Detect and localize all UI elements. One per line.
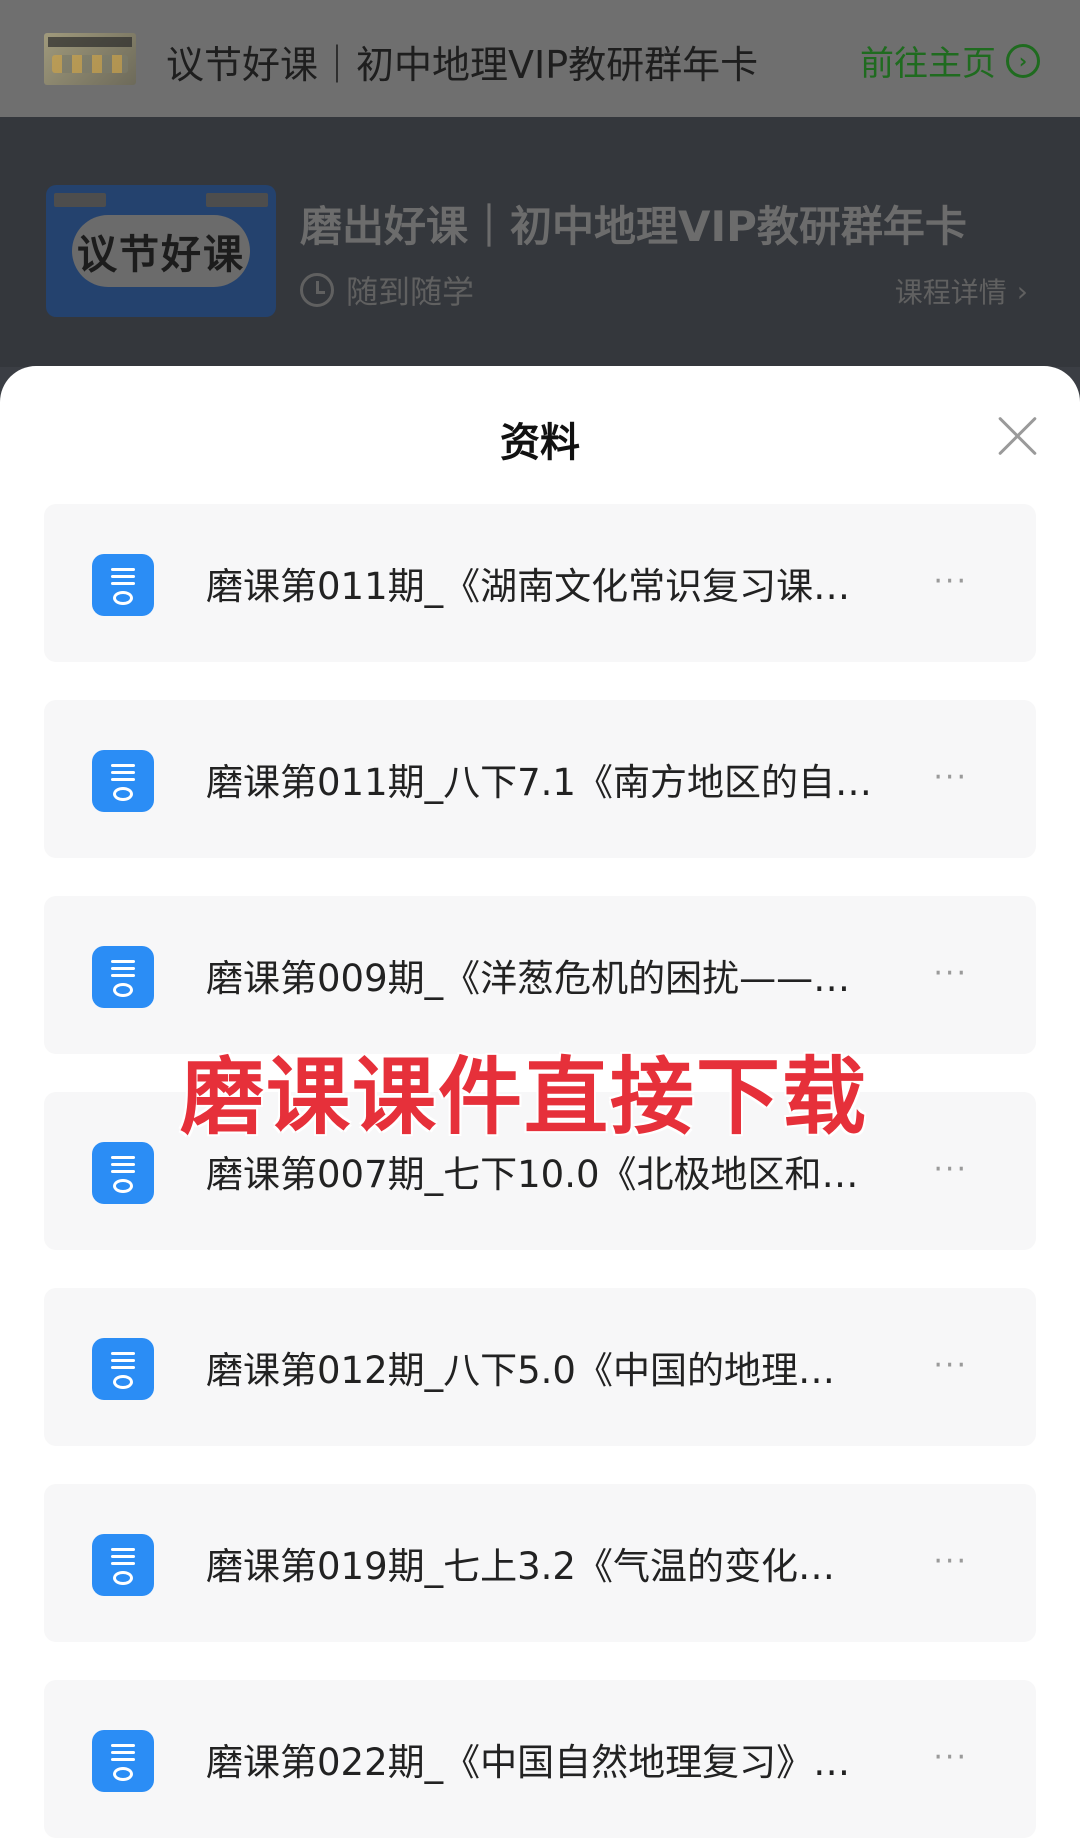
thumbnail-strip [48,37,132,47]
more-options-icon[interactable]: ··· [933,760,968,795]
material-title: 磨课第012期_八下5.0《中国的地理… [206,1349,835,1392]
document-icon [92,1534,154,1596]
more-options-icon[interactable]: ··· [933,1152,968,1187]
course-detail-label: 课程详情 [894,276,1007,309]
more-options-icon[interactable]: ··· [933,1544,968,1579]
top-header: 议节好课｜初中地理VIP教研群年卡 前往主页 › [0,0,1080,117]
header-title: 议节好课｜初中地理VIP教研群年卡 [166,43,759,87]
document-icon [92,750,154,812]
more-options-icon[interactable]: ··· [933,1740,968,1775]
material-title: 磨课第022期_《中国自然地理复习》… [206,1741,851,1784]
clock-icon [300,273,334,307]
course-meta-label: 随到随学 [346,273,475,311]
document-icon [92,946,154,1008]
course-name: 磨出好课｜初中地理VIP教研群年卡 [300,202,967,251]
material-title: 磨课第007期_七下10.0《北极地区和… [206,1153,859,1196]
promo-overlay-text: 磨课课件直接下载 [180,1048,869,1146]
close-icon[interactable] [996,414,1040,458]
material-item[interactable]: 磨课第012期_八下5.0《中国的地理… ··· [44,1288,1036,1446]
sheet-title: 资料 [500,420,580,466]
material-item[interactable]: 磨课第011期_八下7.1《南方地区的自… ··· [44,700,1036,858]
material-title: 磨课第019期_七上3.2《气温的变化… [206,1545,835,1588]
material-item[interactable]: 磨课第022期_《中国自然地理复习》… ··· [44,1680,1036,1838]
document-icon [92,1730,154,1792]
course-cover: 议节好课 [46,185,276,317]
materials-list: 磨课第011期_《湖南文化常识复习课… ··· 磨课第011期_八下7.1《南方… [44,504,1036,1838]
document-icon [92,1338,154,1400]
material-title: 磨课第011期_《湖南文化常识复习课… [206,565,851,608]
document-icon [92,554,154,616]
document-icon [92,1142,154,1204]
course-info: 议节好课 磨出好课｜初中地理VIP教研群年卡 随到随学 课程详情 › [0,117,1080,367]
more-options-icon[interactable]: ··· [933,956,968,991]
material-item[interactable]: 磨课第019期_七上3.2《气温的变化… ··· [44,1484,1036,1642]
course-detail-link[interactable]: 课程详情 › [895,271,1028,311]
cover-tag-left [54,193,106,207]
course-thumbnail [44,33,136,85]
material-title: 磨课第011期_八下7.1《南方地区的自… [206,761,872,804]
more-options-icon[interactable]: ··· [933,1348,968,1383]
material-item[interactable]: 磨课第011期_《湖南文化常识复习课… ··· [44,504,1036,662]
cover-tag-right [206,193,268,207]
goto-homepage-label: 前往主页 [860,44,996,84]
cover-title: 议节好课 [72,215,250,287]
thumbnail-pattern [52,55,128,73]
more-options-icon[interactable]: ··· [933,564,968,599]
material-title: 磨课第009期_《洋葱危机的困扰——… [206,957,851,1000]
arrow-right-circle-icon: › [1006,43,1040,78]
goto-homepage-button[interactable]: 前往主页 › [860,36,1040,85]
course-meta: 随到随学 [300,267,474,313]
chevron-right-icon: › [1016,274,1028,308]
